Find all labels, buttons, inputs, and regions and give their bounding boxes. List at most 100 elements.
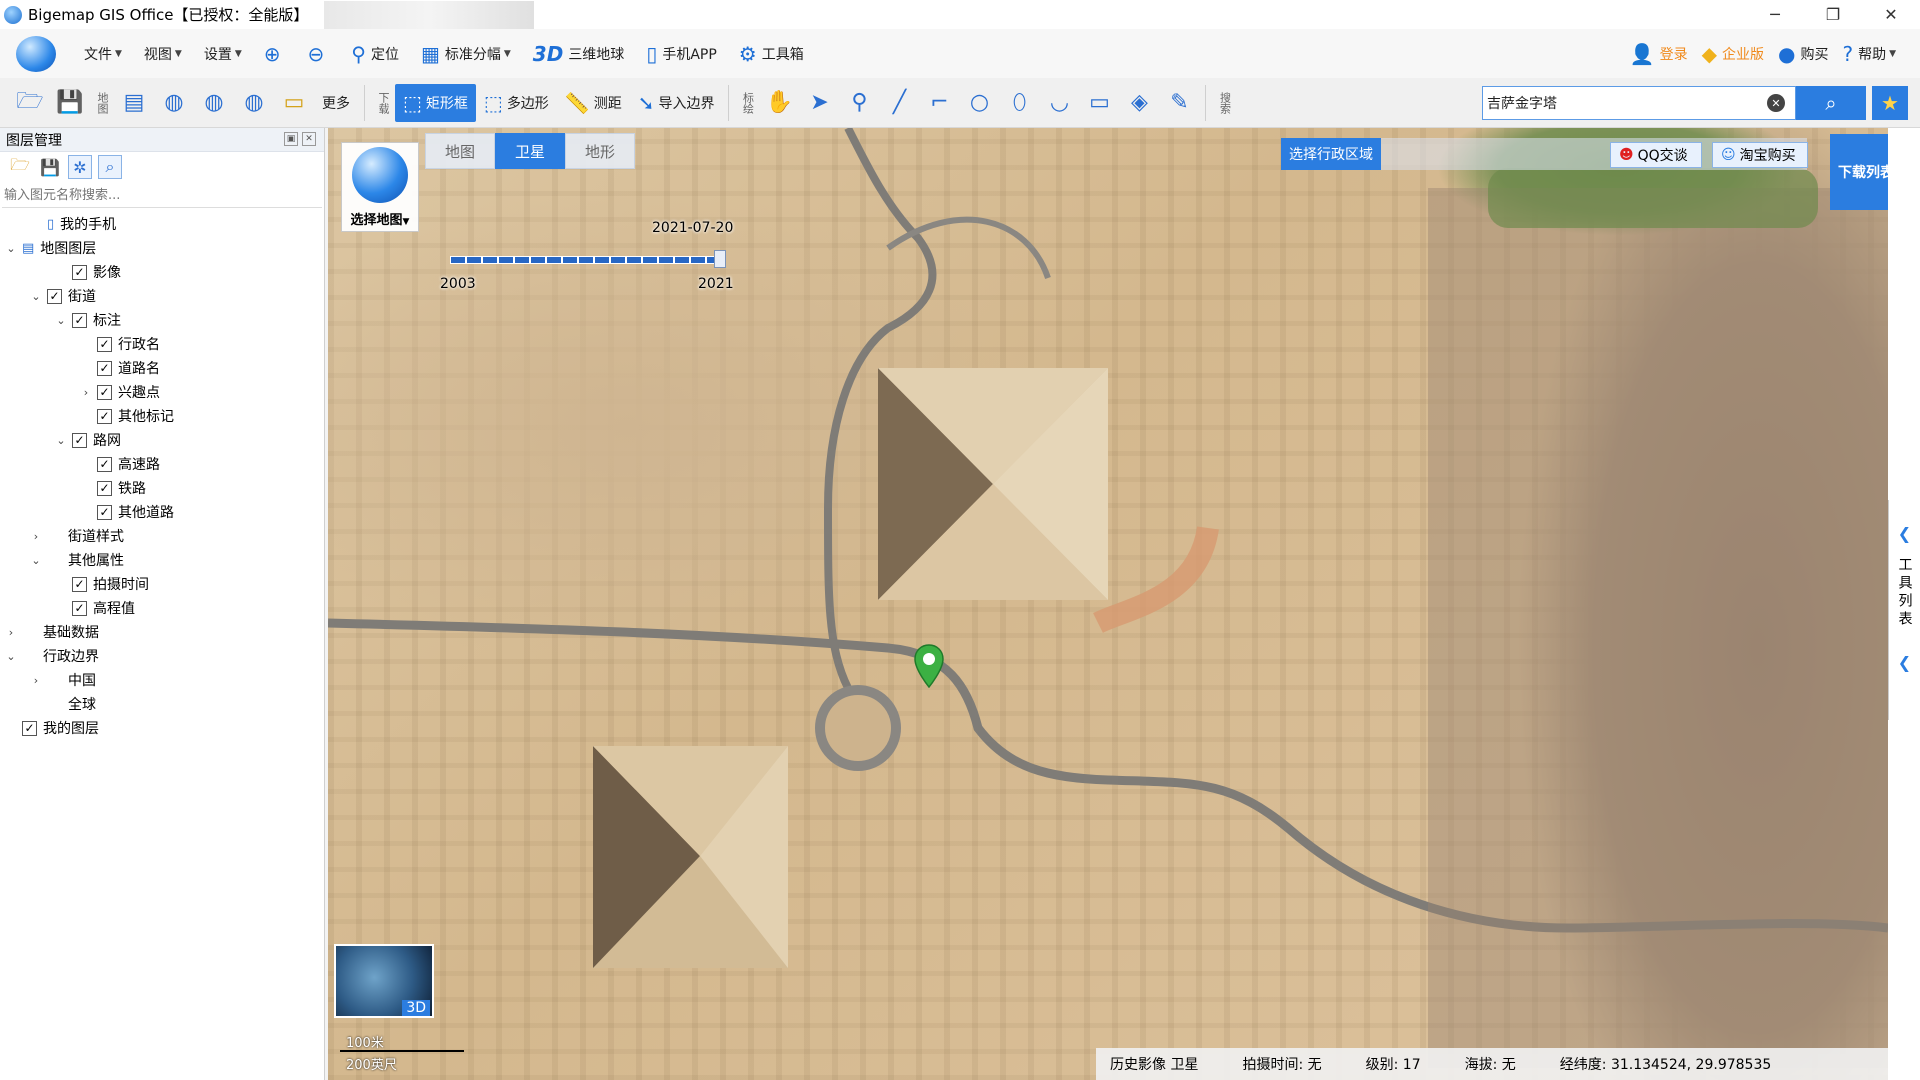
edit-button[interactable]: ✎ <box>1159 84 1199 122</box>
chevron-down-icon[interactable]: ⌄ <box>29 554 43 567</box>
search-input[interactable] <box>1483 88 1767 118</box>
checkbox[interactable]: ✓ <box>97 480 112 496</box>
brand-logo-icon[interactable] <box>16 35 56 72</box>
location-marker-icon[interactable] <box>914 644 944 688</box>
view-menu[interactable]: 视图 ▼ <box>144 44 182 64</box>
chevron-down-icon[interactable]: ⌄ <box>54 314 68 327</box>
help-button[interactable]: ? 帮助 ▼ <box>1842 42 1896 66</box>
tree-item[interactable]: ▯ 我的手机 <box>0 212 324 236</box>
file-menu[interactable]: 文件 ▼ <box>84 44 122 64</box>
zoom-in-button[interactable]: ⊕ <box>264 42 286 66</box>
save-button[interactable]: 💾 <box>50 84 90 122</box>
standard-sheet-button[interactable]: ▦ 标准分幅 ▼ <box>421 42 511 66</box>
open-folder-button[interactable]: 🗁 <box>10 84 50 122</box>
checkbox[interactable]: ✓ <box>72 264 87 280</box>
tree-item[interactable]: ✓ 道路名 <box>0 356 324 380</box>
qq-chat-button[interactable]: ☻ QQ交谈 <box>1610 142 1702 168</box>
tree-item[interactable]: › ✓ 兴趣点 <box>0 380 324 404</box>
open-folder-icon[interactable]: 🗁 <box>8 155 32 179</box>
close-button[interactable]: ✕ <box>1862 0 1920 29</box>
ellipse-mark-button[interactable]: ⬯ <box>999 84 1039 122</box>
tree-item[interactable]: ⌄ ✓ 标注 <box>0 308 324 332</box>
rect-select-button[interactable]: ⬚ 矩形框 <box>395 83 476 122</box>
checkbox[interactable]: ✓ <box>97 360 112 376</box>
tab-terrain[interactable]: 地形 <box>565 133 635 169</box>
checkbox[interactable]: ✓ <box>97 504 112 520</box>
clear-search-icon[interactable]: ✕ <box>1767 94 1785 112</box>
import-boundary-button[interactable]: ➘ 导入边界 <box>630 84 723 122</box>
checkbox[interactable]: ✓ <box>72 312 87 328</box>
layer-search-input[interactable] <box>2 184 322 206</box>
more-button[interactable]: 更多 <box>314 84 358 122</box>
chevron-right-icon[interactable]: › <box>4 626 18 639</box>
tree-item[interactable]: ✓ 铁路 <box>0 476 324 500</box>
timeline-track[interactable] <box>450 256 720 264</box>
checkbox[interactable]: ✓ <box>97 336 112 352</box>
checkbox[interactable]: ✓ <box>72 600 87 616</box>
settings-menu[interactable]: 设置 ▼ <box>204 44 242 64</box>
tree-item[interactable]: ⌄ 其他属性 <box>0 548 324 572</box>
chevron-down-icon[interactable]: ⌄ <box>29 290 43 303</box>
float-panel-icon[interactable]: ▣ <box>284 132 298 146</box>
checkbox[interactable]: ✓ <box>72 432 87 448</box>
line-mark-button[interactable]: ╱ <box>879 84 919 122</box>
tree-item[interactable]: ✓ 其他道路 <box>0 500 324 524</box>
tree-item[interactable]: 全球 <box>0 692 324 716</box>
search-button[interactable]: ⌕ <box>1796 86 1866 120</box>
timeline-slider-handle[interactable] <box>714 250 726 268</box>
select-button[interactable]: ➤ <box>799 84 839 122</box>
tree-item[interactable]: › 中国 <box>0 668 324 692</box>
save-icon[interactable]: 💾 <box>38 155 62 179</box>
tag-button[interactable]: ◈ <box>1119 84 1159 122</box>
close-panel-icon[interactable]: ✕ <box>302 132 316 146</box>
map-source-button[interactable]: ▤ <box>114 84 154 122</box>
zoom-out-button[interactable]: ⊖ <box>308 42 330 66</box>
rectangle-mark-button[interactable]: ▭ <box>1079 84 1119 122</box>
search-icon[interactable]: ⌕ <box>98 155 122 179</box>
tab-satellite[interactable]: 卫星 <box>495 133 565 169</box>
minimize-button[interactable]: ─ <box>1746 0 1804 29</box>
tree-item[interactable]: ✓ 影像 <box>0 260 324 284</box>
toolbox-button[interactable]: ⚙ 工具箱 <box>739 42 804 66</box>
chevron-down-icon[interactable]: ⌄ <box>4 242 18 255</box>
tree-item[interactable]: ✓ 拍摄时间 <box>0 572 324 596</box>
tree-item[interactable]: ⌄ ✓ 街道 <box>0 284 324 308</box>
chevron-right-icon[interactable]: › <box>79 386 93 399</box>
map-style-button[interactable]: ▭ <box>274 84 314 122</box>
checkbox[interactable]: ✓ <box>97 456 112 472</box>
select-map-button[interactable]: 选择地图▼ <box>341 142 419 232</box>
enterprise-button[interactable]: ◆ 企业版 <box>1702 42 1764 66</box>
checkbox[interactable]: ✓ <box>97 384 112 400</box>
circle-mark-button[interactable]: ○ <box>959 84 999 122</box>
chevron-right-icon[interactable]: › <box>29 674 43 687</box>
tree-item[interactable]: ✓ 其他标记 <box>0 404 324 428</box>
checkbox[interactable]: ✓ <box>97 408 112 424</box>
checkbox[interactable]: ✓ <box>22 720 37 736</box>
tree-item[interactable]: ⌄ ▤ 地图图层 <box>0 236 324 260</box>
taobao-buy-button[interactable]: ☺ 淘宝购买 <box>1712 142 1808 168</box>
3d-globe-button[interactable]: 3D 三维地球 <box>533 42 625 66</box>
tree-item[interactable]: ✓ 行政名 <box>0 332 324 356</box>
polyline-mark-button[interactable]: ⌐ <box>919 84 959 122</box>
measure-button[interactable]: 📏 测距 <box>557 84 630 122</box>
tree-item[interactable]: ✓ 高程值 <box>0 596 324 620</box>
globe-button-3[interactable]: ◍ <box>234 84 274 122</box>
settings-icon[interactable]: ✲ <box>68 155 92 179</box>
curve-mark-button[interactable]: ◡ <box>1039 84 1079 122</box>
tab-map[interactable]: 地图 <box>425 133 495 169</box>
locate-button[interactable]: ⚲ 定位 <box>351 42 399 66</box>
checkbox[interactable]: ✓ <box>47 288 62 304</box>
favorites-button[interactable]: ★ <box>1872 86 1908 120</box>
tree-item[interactable]: › 基础数据 <box>0 620 324 644</box>
point-mark-button[interactable]: ⚲ <box>839 84 879 122</box>
tree-item[interactable]: ✓ 我的图层 <box>0 716 324 740</box>
chevron-right-icon[interactable]: › <box>29 530 43 543</box>
pan-button[interactable]: ✋ <box>759 84 799 122</box>
login-button[interactable]: 👤 登录 <box>1630 42 1688 66</box>
tree-item[interactable]: ⌄ ✓ 路网 <box>0 428 324 452</box>
checkbox[interactable]: ✓ <box>72 576 87 592</box>
globe-button-2[interactable]: ◍ <box>194 84 234 122</box>
polygon-select-button[interactable]: ⬚ 多边形 <box>476 84 557 122</box>
restore-button[interactable]: ❐ <box>1804 0 1862 29</box>
chevron-down-icon[interactable]: ⌄ <box>54 434 68 447</box>
